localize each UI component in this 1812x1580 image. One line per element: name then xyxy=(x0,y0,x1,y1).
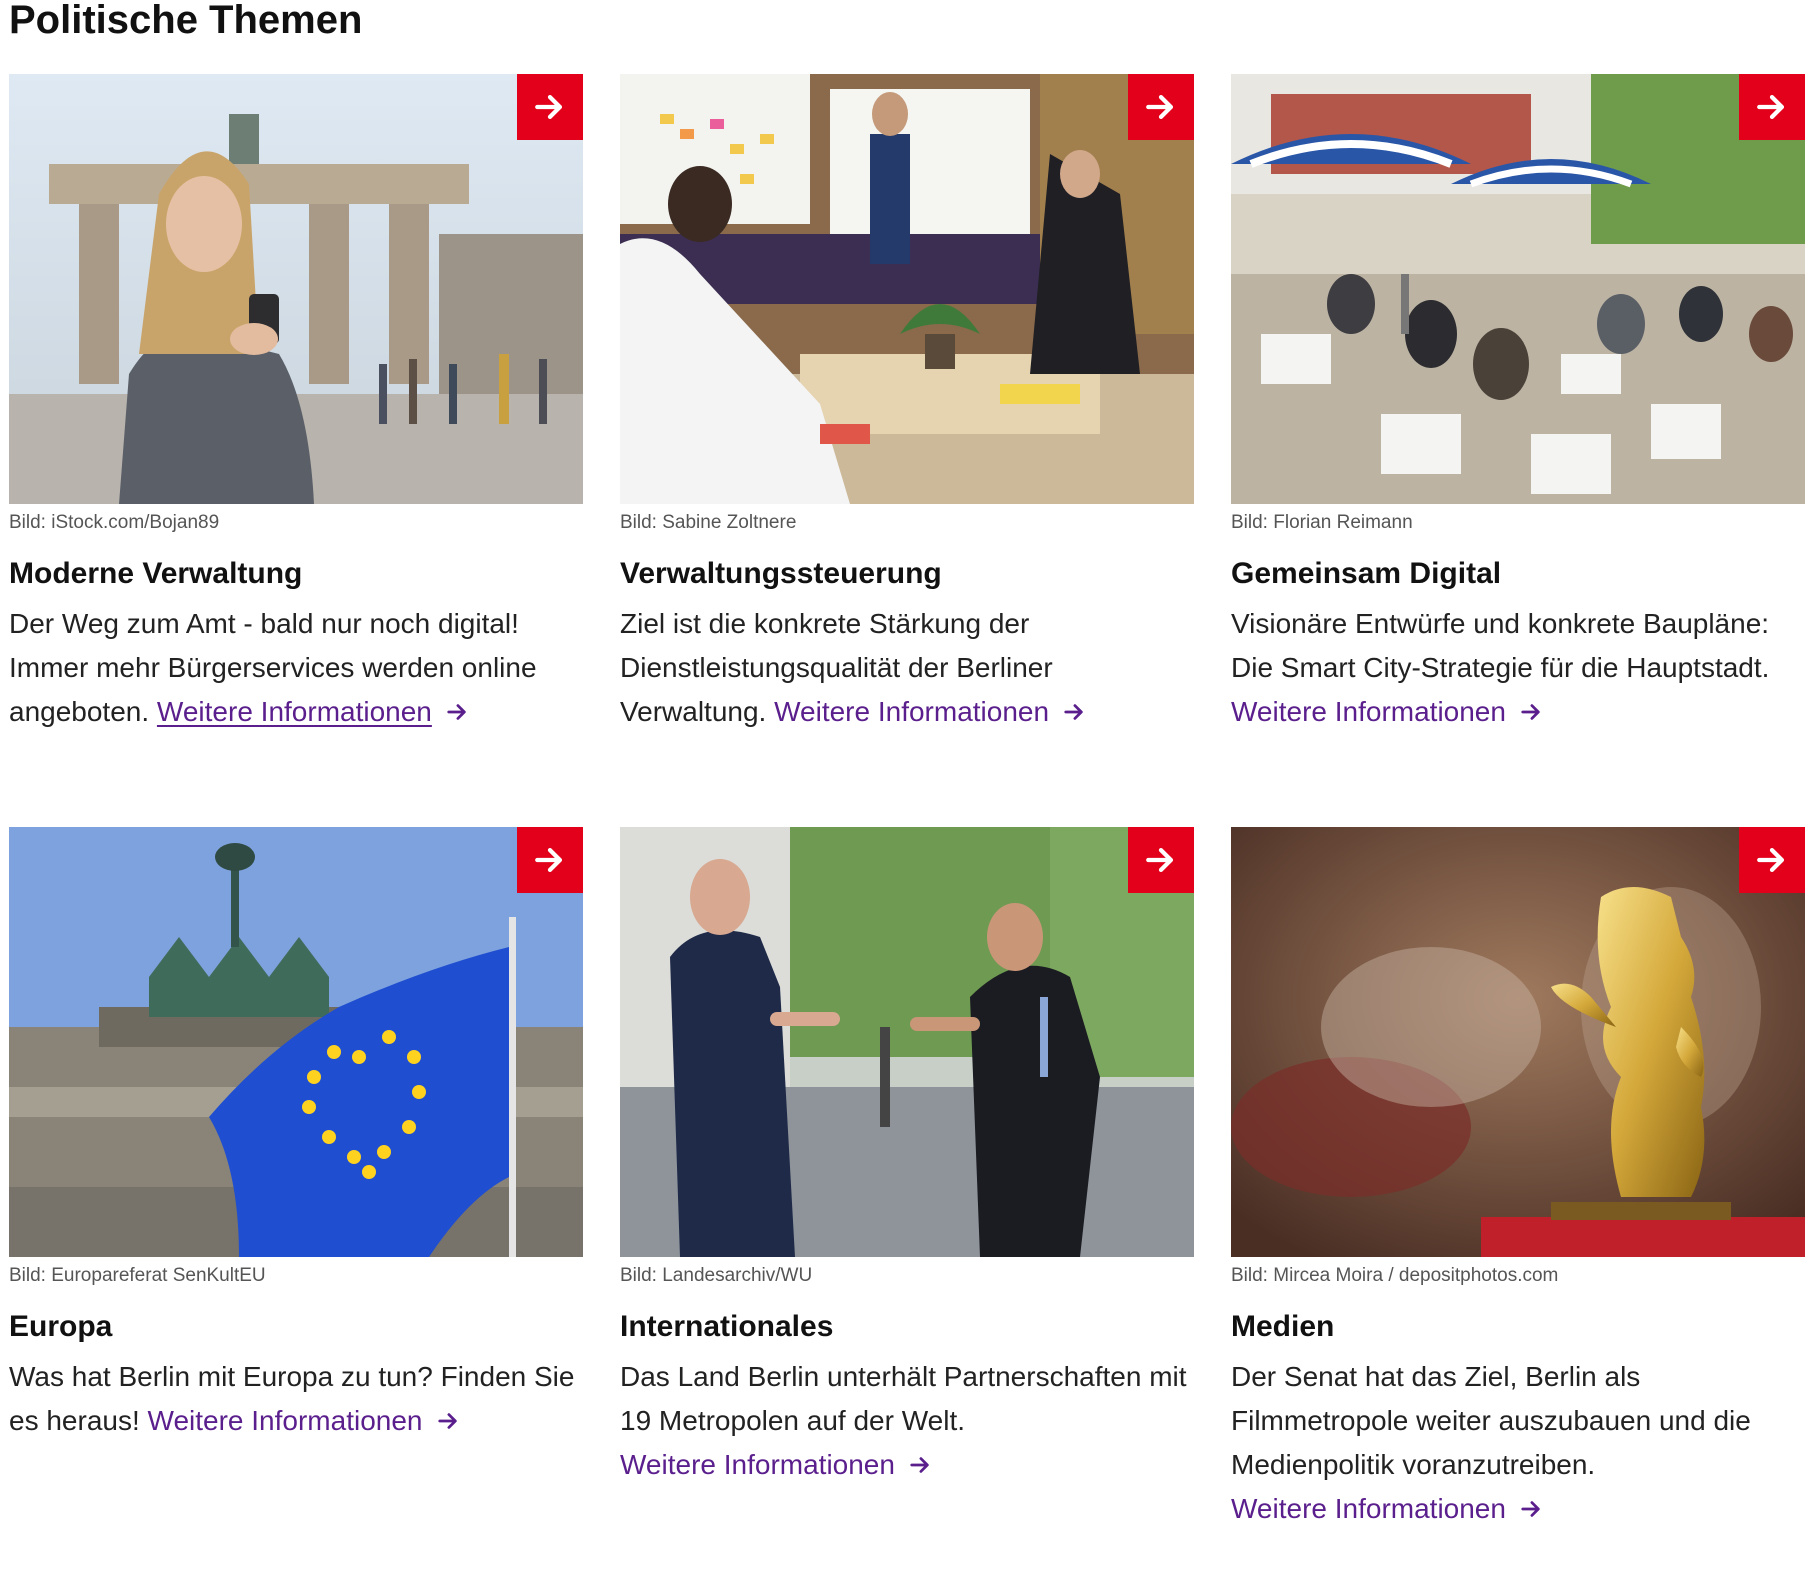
card-arrow-button[interactable] xyxy=(517,827,583,893)
topic-card-medien: Bild: Mircea Moira / depositphotos.com M… xyxy=(1231,827,1805,1580)
more-info-label: Weitere Informationen xyxy=(620,1449,895,1480)
card-image-link[interactable] xyxy=(9,827,583,1257)
card-description: Was hat Berlin mit Europa zu tun? Finden… xyxy=(9,1355,583,1443)
card-arrow-button[interactable] xyxy=(1128,74,1194,140)
card-photo xyxy=(9,827,583,1257)
card-title[interactable]: Gemeinsam Digital xyxy=(1231,554,1805,594)
card-image-link[interactable] xyxy=(1231,827,1805,1257)
topic-card-internationales: Bild: Landesarchiv/WU Internationales Da… xyxy=(620,827,1194,1580)
arrow-right-icon xyxy=(1757,847,1785,873)
image-caption: Bild: Mircea Moira / depositphotos.com xyxy=(1231,1265,1559,1286)
card-photo xyxy=(1231,74,1805,504)
card-arrow-button[interactable] xyxy=(1128,827,1194,893)
image-caption: Bild: Florian Reimann xyxy=(1231,512,1413,533)
card-title[interactable]: Moderne Verwaltung xyxy=(9,554,583,594)
arrow-right-icon xyxy=(535,94,563,120)
card-title[interactable]: Europa xyxy=(9,1307,583,1347)
image-caption: Bild: Europareferat SenKultEU xyxy=(9,1265,266,1286)
more-info-link[interactable]: Weitere Informationen xyxy=(157,696,468,727)
card-image-link[interactable] xyxy=(1231,74,1805,504)
more-info-link[interactable]: Weitere Informationen xyxy=(1231,696,1542,727)
arrow-right-icon xyxy=(1064,704,1083,720)
card-image-link[interactable] xyxy=(620,74,1194,504)
card-image-link[interactable] xyxy=(620,827,1194,1257)
more-info-link[interactable]: Weitere Informationen xyxy=(1231,1493,1542,1524)
card-title[interactable]: Medien xyxy=(1231,1307,1805,1347)
arrow-right-icon xyxy=(910,1457,929,1473)
card-arrow-button[interactable] xyxy=(1739,827,1805,893)
card-photo xyxy=(9,74,583,504)
card-description: Ziel ist die konkrete Stärkung der Diens… xyxy=(620,602,1194,734)
card-description: Der Senat hat das Ziel, Berlin als Filmm… xyxy=(1231,1355,1805,1531)
arrow-right-icon xyxy=(1757,94,1785,120)
arrow-right-icon xyxy=(535,847,563,873)
card-description: Visionäre Entwürfe und konkrete Baupläne… xyxy=(1231,602,1805,734)
arrow-right-icon xyxy=(447,704,466,720)
image-caption: Bild: Landesarchiv/WU xyxy=(620,1265,813,1286)
arrow-right-icon xyxy=(437,1413,457,1429)
card-description-text: Visionäre Entwürfe und konkrete Baupläne… xyxy=(1231,608,1770,683)
topic-card-moderne-verwaltung: Bild: iStock.com/Bojan89 Moderne Verwalt… xyxy=(9,74,583,827)
more-info-link[interactable]: Weitere Informationen xyxy=(620,1449,931,1480)
topic-card-gemeinsam-digital: Bild: Florian Reimann Gemeinsam Digital … xyxy=(1231,74,1805,827)
card-photo xyxy=(620,74,1194,504)
more-info-link[interactable]: Weitere Informationen xyxy=(774,696,1085,727)
more-info-label: Weitere Informationen xyxy=(1231,696,1506,727)
topic-card-europa: Bild: Europareferat SenKultEU Europa Was… xyxy=(9,827,583,1580)
section-title: Politische Themen xyxy=(9,0,363,42)
more-info-link[interactable]: Weitere Informationen xyxy=(148,1405,459,1436)
card-description-text: Das Land Berlin unterhält Partnerschafte… xyxy=(620,1361,1187,1436)
arrow-right-icon xyxy=(1146,94,1174,120)
card-description-text: Der Senat hat das Ziel, Berlin als Filmm… xyxy=(1231,1361,1751,1480)
image-caption: Bild: iStock.com/Bojan89 xyxy=(9,512,220,533)
card-arrow-button[interactable] xyxy=(1739,74,1805,140)
image-caption: Bild: Sabine Zoltnere xyxy=(620,512,797,533)
more-info-label: Weitere Informationen xyxy=(156,696,432,727)
card-title[interactable]: Verwaltungssteuerung xyxy=(620,554,1194,594)
arrow-right-icon xyxy=(1521,1501,1540,1517)
more-info-label: Weitere Informationen xyxy=(774,696,1050,727)
topic-card-verwaltungssteuerung: Bild: Sabine Zoltnere Verwaltungssteueru… xyxy=(620,74,1194,827)
topics-grid: Bild: iStock.com/Bojan89 Moderne Verwalt… xyxy=(9,74,1805,1580)
more-info-label: Weitere Informationen xyxy=(1231,1493,1506,1524)
card-description: Der Weg zum Amt - bald nur noch digital!… xyxy=(9,602,583,734)
arrow-right-icon xyxy=(1146,847,1174,873)
card-image-link[interactable] xyxy=(9,74,583,504)
card-title[interactable]: Internationales xyxy=(620,1307,1194,1347)
card-photo xyxy=(620,827,1194,1257)
arrow-right-icon xyxy=(1521,704,1540,720)
more-info-label: Weitere Informationen xyxy=(147,1405,423,1436)
card-photo xyxy=(1231,827,1805,1257)
card-arrow-button[interactable] xyxy=(517,74,583,140)
card-description: Das Land Berlin unterhält Partnerschafte… xyxy=(620,1355,1194,1487)
